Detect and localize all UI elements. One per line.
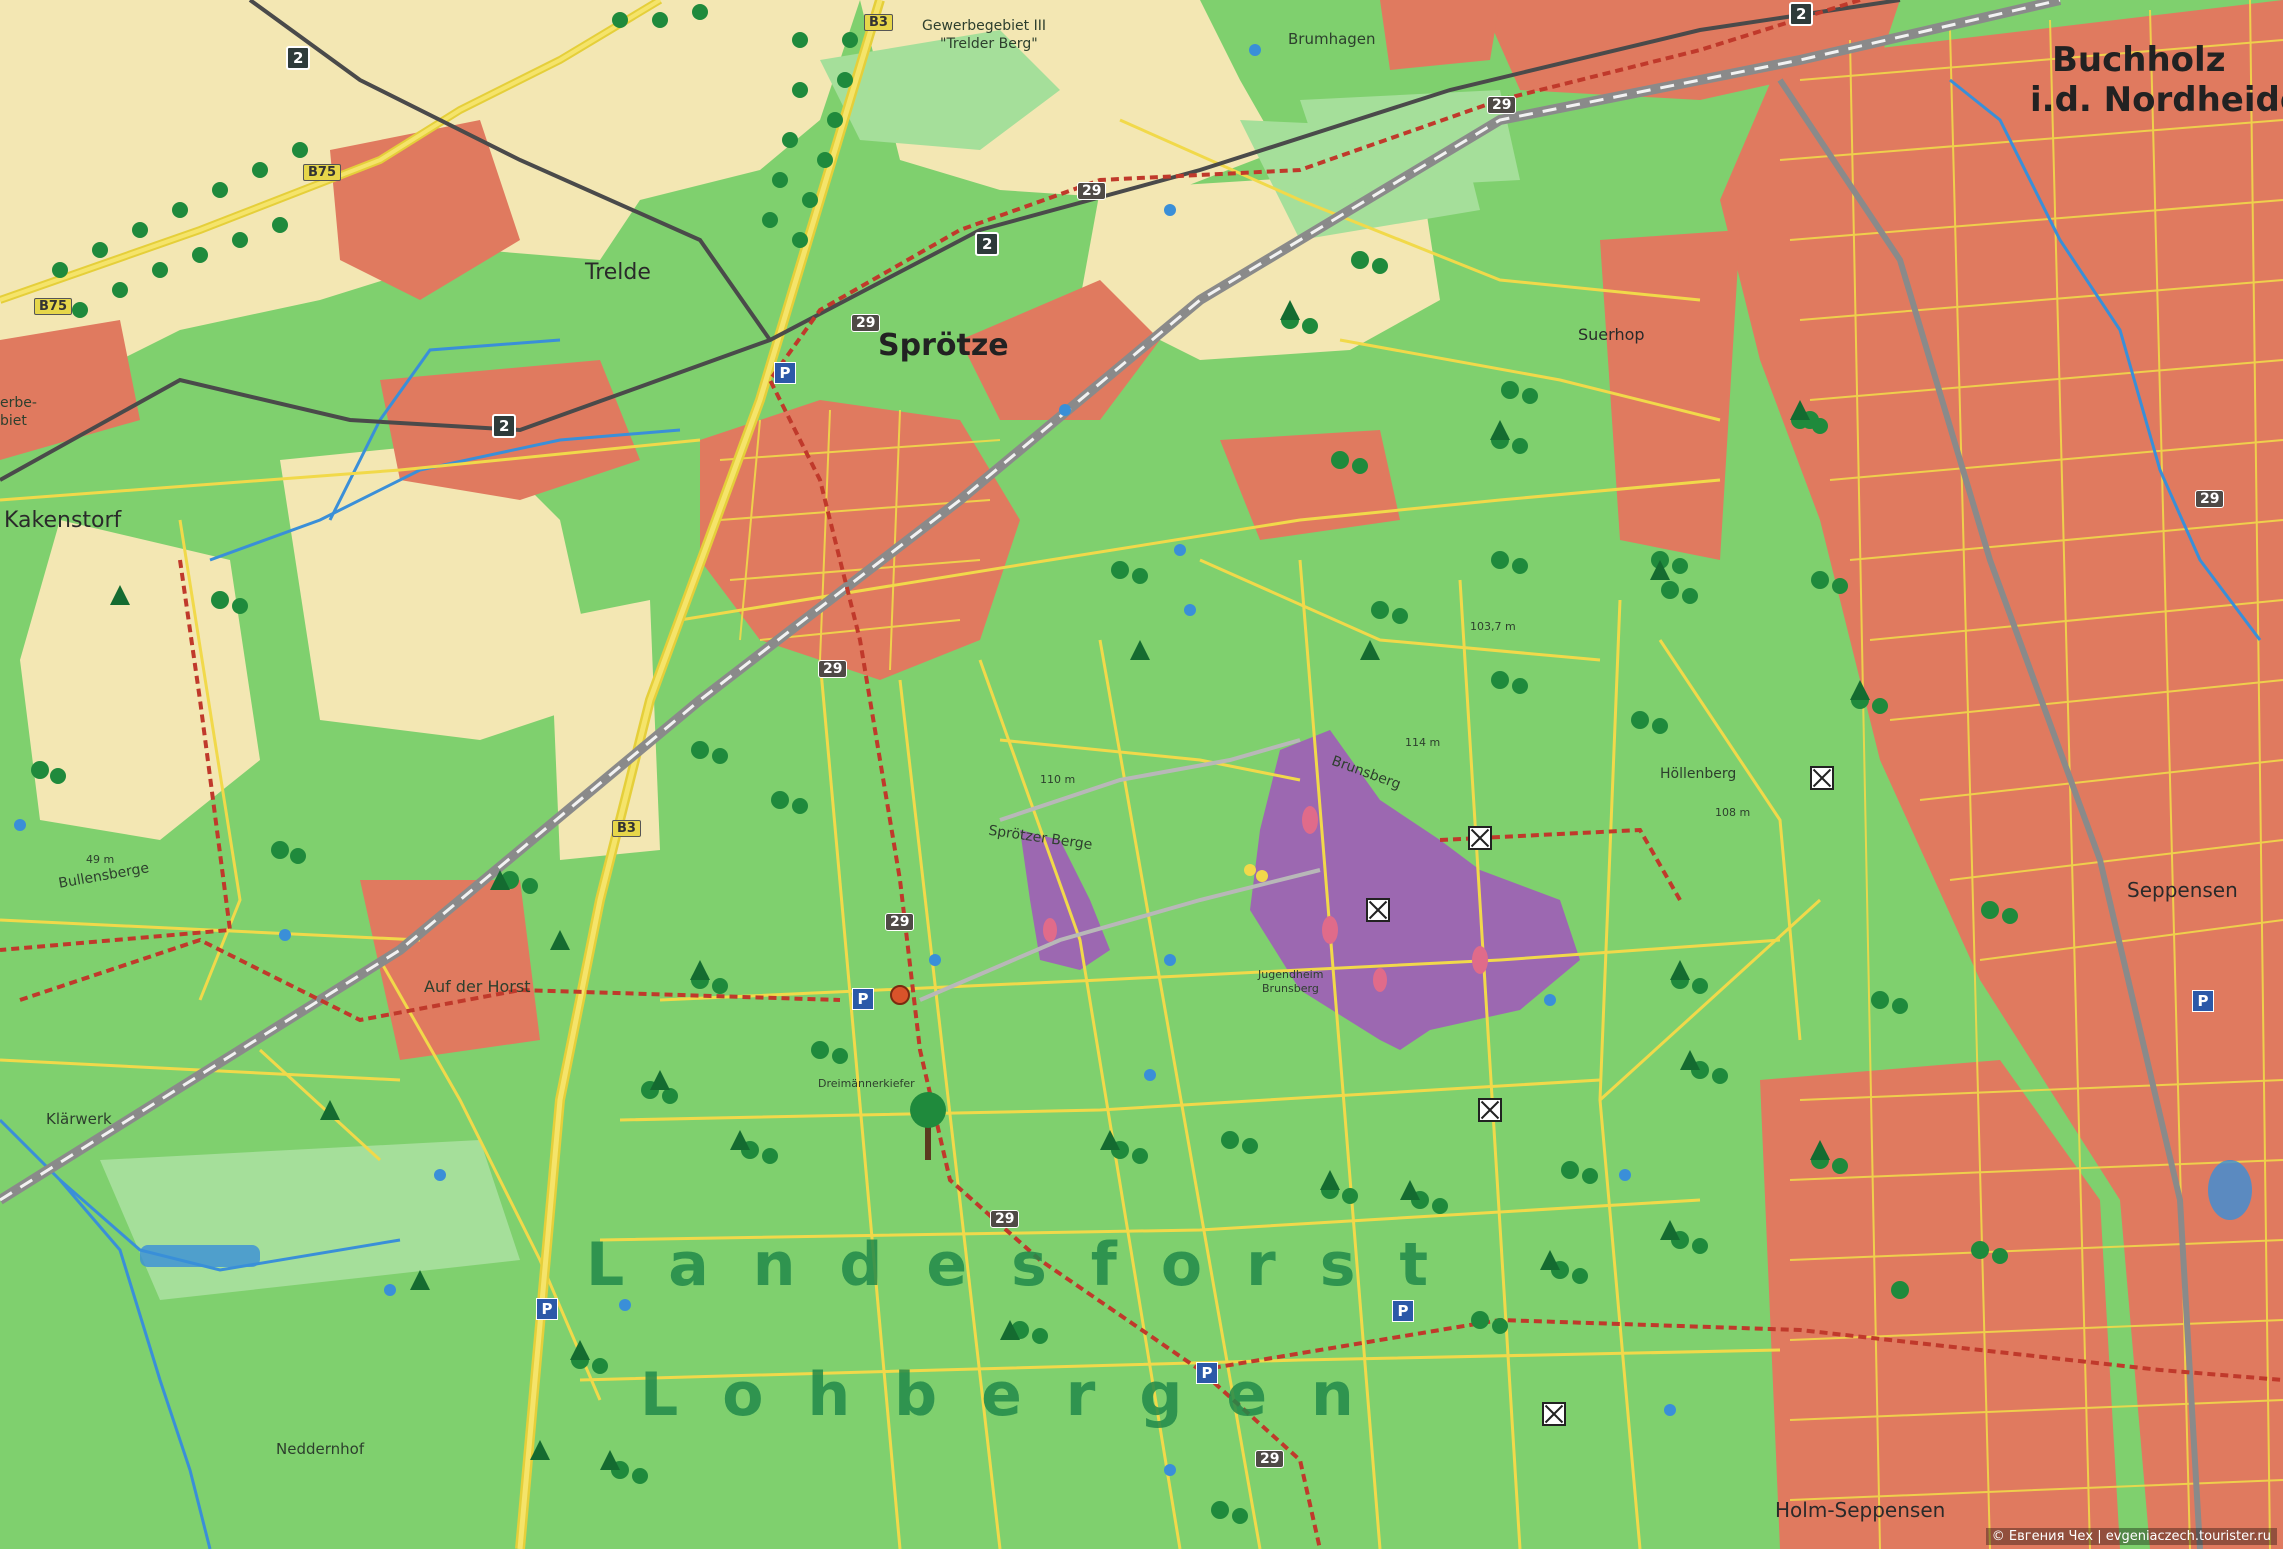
height-label: 110 m [1040, 773, 1076, 786]
viewpoint-marker [1810, 766, 1834, 790]
parking-marker: P [1392, 1300, 1414, 1322]
place-label-gewerbegebiet: Gewerbegebiet III [922, 18, 1046, 34]
forest-name-line1: Landesforst [586, 1230, 1473, 1300]
road-shield-b75: B75 [34, 298, 72, 315]
route-shield-29: 29 [2195, 490, 2225, 508]
place-label-hollenberg: Höllenberg [1660, 766, 1737, 782]
town-label-trelde: Trelde [585, 260, 651, 285]
town-label-buchholz: Buchholz [2052, 40, 2226, 80]
place-label-jugendheim-sub: Brunsberg [1262, 982, 1319, 995]
route-shield-29: 29 [1077, 182, 1107, 200]
height-label: 49 m [86, 853, 115, 866]
route-shield-29: 29 [851, 314, 881, 332]
town-label-holm-seppensen: Holm-Seppensen [1775, 1498, 1946, 1522]
viewpoint-marker [1542, 1402, 1566, 1426]
forest-name-line2: Lohbergen [640, 1360, 1398, 1430]
route-shield-29: 29 [990, 1210, 1020, 1228]
place-label-klarwerk: Klärwerk [46, 1110, 112, 1128]
parking-marker: P [852, 988, 874, 1010]
town-label-buchholz-sub: i.d. Nordheide [2030, 80, 2283, 120]
route-shield-29: 29 [885, 913, 915, 931]
route-shield-29: 29 [1487, 96, 1517, 114]
town-label-kakenstorf: Kakenstorf [4, 508, 122, 533]
parking-marker: P [1196, 1362, 1218, 1384]
road-shield-2: 2 [975, 232, 1000, 256]
parking-marker: P [536, 1298, 558, 1320]
road-shield-b75: B75 [303, 164, 341, 181]
town-label-seppensen: Seppensen [2127, 878, 2238, 902]
town-label-suerhop: Suerhop [1578, 325, 1645, 344]
map-graphics [0, 0, 2283, 1549]
viewpoint-marker [1366, 898, 1390, 922]
place-label-gewerbe-left-sub: biet [0, 413, 27, 429]
height-label: 108 m [1715, 806, 1751, 819]
start-point-marker [890, 985, 910, 1005]
road-shield-b3: B3 [864, 14, 893, 31]
parking-marker: P [2192, 990, 2214, 1012]
road-shield-2: 2 [1789, 2, 1814, 26]
road-shield-2: 2 [492, 414, 517, 438]
place-label-auf-der-horst: Auf der Horst [424, 977, 531, 996]
route-shield-29: 29 [1255, 1450, 1285, 1468]
viewpoint-marker [1478, 1098, 1502, 1122]
photo-credit: © Евгения Чех | evgeniaczech.tourister.r… [1985, 1528, 2277, 1545]
height-label: 114 m [1405, 736, 1441, 749]
town-label-sprotze: Sprötze [878, 328, 1009, 363]
road-shield-b3: B3 [612, 820, 641, 837]
parking-marker: P [774, 362, 796, 384]
place-label-gewerbe-left: erbe- [0, 395, 37, 411]
town-label-brumhagen: Brumhagen [1288, 30, 1376, 48]
height-label: 103,7 m [1470, 620, 1516, 633]
road-shield-2: 2 [286, 46, 311, 70]
route-shield-29: 29 [818, 660, 848, 678]
place-label-neddernhof: Neddernhof [276, 1440, 365, 1458]
viewpoint-marker [1468, 826, 1492, 850]
place-label-jugendheim: Jugendheim [1258, 968, 1324, 981]
place-label-dreimannerkiefer: Dreimännerkiefer [818, 1077, 915, 1090]
place-label-trelder-berg: "Trelder Berg" [940, 36, 1038, 52]
map-canvas[interactable]: Buchholz i.d. Nordheide Sprötze Trelde K… [0, 0, 2283, 1549]
